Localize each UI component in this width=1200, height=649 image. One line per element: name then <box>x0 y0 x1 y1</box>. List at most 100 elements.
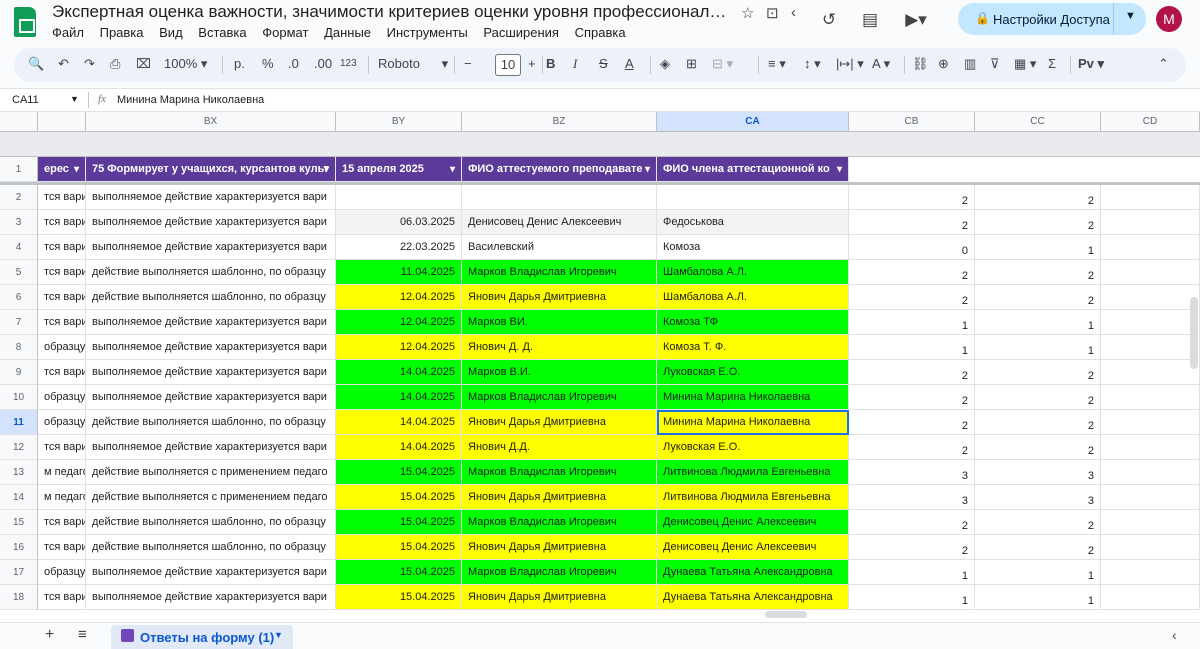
table-cell[interactable]: образцу <box>38 410 86 435</box>
table-cell[interactable]: 15.04.2025 <box>336 535 462 560</box>
bold-button[interactable]: B <box>546 56 555 71</box>
menu-tools[interactable]: Инструменты <box>387 25 468 40</box>
decrease-font-size-button[interactable]: − <box>464 56 472 71</box>
menu-insert[interactable]: Вставка <box>198 25 246 40</box>
column-header[interactable] <box>38 112 86 132</box>
print-icon[interactable]: ⎙ <box>110 56 120 72</box>
row-number[interactable]: 6 <box>0 285 38 310</box>
filter-dropdown-icon[interactable]: ▾ <box>645 157 650 181</box>
header-cell[interactable]: ФИО члена аттестационной ко ▾ <box>657 157 849 182</box>
table-cell[interactable]: выполняемое действие характеризуется вар… <box>86 435 336 460</box>
menu-extensions[interactable]: Расширения <box>483 25 559 40</box>
table-cell[interactable]: 14.04.2025 <box>336 410 462 435</box>
table-cell[interactable]: Литвинова Людмила Евгеньевна <box>657 460 849 485</box>
table-cell[interactable]: Янович Д. Д. <box>462 335 657 360</box>
table-cell[interactable]: Луковская Е.О. <box>657 435 849 460</box>
table-cell[interactable] <box>1101 385 1200 410</box>
table-cell[interactable]: 2 <box>975 210 1101 235</box>
table-cell[interactable] <box>1101 410 1200 435</box>
table-cell[interactable]: выполняемое действие характеризуется вар… <box>86 585 336 610</box>
table-cell[interactable]: Марков Владислав Игоревич <box>462 560 657 585</box>
name-box[interactable]: CA11 <box>12 94 39 106</box>
insert-link-icon[interactable]: ⛓ <box>912 56 929 72</box>
insert-comment-icon[interactable]: ⊕ <box>938 56 949 72</box>
meet-icon[interactable]: ▶▾ <box>902 6 930 34</box>
percent-format-button[interactable]: % <box>262 56 274 71</box>
table-cell[interactable] <box>1101 560 1200 585</box>
table-cell[interactable]: 2 <box>849 285 975 310</box>
table-cell[interactable]: выполняемое действие характеризуется вар… <box>86 560 336 585</box>
table-cell[interactable]: 14.04.2025 <box>336 435 462 460</box>
table-cell[interactable]: тся вари <box>38 260 86 285</box>
row-number[interactable]: 18 <box>0 585 38 610</box>
header-cell[interactable]: 75 Формирует у учащихся, курсантов культ… <box>86 157 336 182</box>
table-cell[interactable]: 2 <box>849 360 975 385</box>
horizontal-scrollbar[interactable] <box>765 611 807 618</box>
table-cell[interactable]: Комоза <box>657 235 849 260</box>
table-cell[interactable]: 2 <box>849 385 975 410</box>
header-cell[interactable]: ФИО аттестуемого преподавате ▾ <box>462 157 657 182</box>
table-cell[interactable]: выполняемое действие характеризуется вар… <box>86 310 336 335</box>
table-cell[interactable] <box>1101 185 1200 210</box>
table-cell[interactable]: 11.04.2025 <box>336 260 462 285</box>
table-cell[interactable]: Денисовец Денис Алексеевич <box>657 535 849 560</box>
table-cell[interactable]: тся вари <box>38 510 86 535</box>
add-sheet-icon[interactable]: + <box>45 626 54 644</box>
table-cell[interactable]: 1 <box>849 585 975 610</box>
table-cell[interactable]: 2 <box>975 260 1101 285</box>
table-cell[interactable] <box>1101 460 1200 485</box>
table-cell[interactable]: 2 <box>849 435 975 460</box>
table-cell[interactable]: Шамбалова А.Л. <box>657 285 849 310</box>
header-cell[interactable]: 15 апреля 2025 ▾ <box>336 157 462 182</box>
collapse-side-panel-icon[interactable]: ‹ <box>1172 627 1177 643</box>
table-cell[interactable]: 2 <box>975 510 1101 535</box>
strikethrough-button[interactable]: S <box>599 56 608 71</box>
table-cell[interactable]: действие выполняется шаблонно, по образц… <box>86 410 336 435</box>
horizontal-align-icon[interactable]: ≡ ▾ <box>768 56 786 72</box>
text-wrapping-icon[interactable]: |↦| ▾ <box>836 56 864 72</box>
row-number[interactable]: 12 <box>0 435 38 460</box>
table-cell[interactable] <box>657 185 849 210</box>
table-cell[interactable]: 2 <box>849 210 975 235</box>
table-cell[interactable]: 3 <box>975 460 1101 485</box>
table-cell[interactable]: действие выполняется с применением педаг… <box>86 485 336 510</box>
table-cell[interactable]: 15.04.2025 <box>336 560 462 585</box>
table-cell[interactable]: 2 <box>849 260 975 285</box>
table-cell[interactable]: действие выполняется с применением педаг… <box>86 460 336 485</box>
table-cell[interactable]: Дунаева Татьяна Александровна <box>657 585 849 610</box>
table-cell[interactable]: 1 <box>975 310 1101 335</box>
table-cell[interactable]: 2 <box>975 385 1101 410</box>
insert-chart-icon[interactable]: ▥ <box>964 56 976 72</box>
row-number[interactable]: 10 <box>0 385 38 410</box>
all-sheets-icon[interactable]: ≡ <box>78 626 87 643</box>
table-cell[interactable] <box>1101 260 1200 285</box>
column-header-bx[interactable]: BX <box>86 112 336 132</box>
table-cell[interactable] <box>1101 510 1200 535</box>
table-cell[interactable]: тся вари <box>38 310 86 335</box>
table-cell[interactable]: 15.04.2025 <box>336 510 462 535</box>
table-cell[interactable]: тся вари <box>38 585 86 610</box>
row-number[interactable]: 7 <box>0 310 38 335</box>
table-cell[interactable]: тся вари <box>38 210 86 235</box>
table-cell[interactable]: Комоза ТФ <box>657 310 849 335</box>
table-cell[interactable]: 14.04.2025 <box>336 385 462 410</box>
table-cell[interactable]: 2 <box>975 285 1101 310</box>
column-header-cc[interactable]: CC <box>975 112 1101 132</box>
table-cell[interactable]: 2 <box>849 410 975 435</box>
sheets-logo-icon[interactable] <box>14 7 36 37</box>
input-tools-button[interactable]: Рv ▾ <box>1078 56 1104 72</box>
table-cell[interactable]: 2 <box>975 535 1101 560</box>
history-icon[interactable]: ↺ <box>815 6 843 34</box>
row-number[interactable]: 9 <box>0 360 38 385</box>
table-cell[interactable]: Марков ВИ. <box>462 310 657 335</box>
column-header-cd[interactable]: CD <box>1101 112 1200 132</box>
table-cell[interactable] <box>1101 485 1200 510</box>
avatar[interactable]: М <box>1156 6 1182 32</box>
table-cell[interactable]: 15.04.2025 <box>336 485 462 510</box>
borders-icon[interactable]: ⊞ <box>686 56 697 72</box>
table-cell[interactable] <box>1101 210 1200 235</box>
vertical-align-icon[interactable]: ↕ ▾ <box>804 56 821 72</box>
table-cell[interactable]: Луковская Е.О. <box>657 360 849 385</box>
table-cell[interactable]: тся вари <box>38 285 86 310</box>
row-number[interactable]: 4 <box>0 235 38 260</box>
